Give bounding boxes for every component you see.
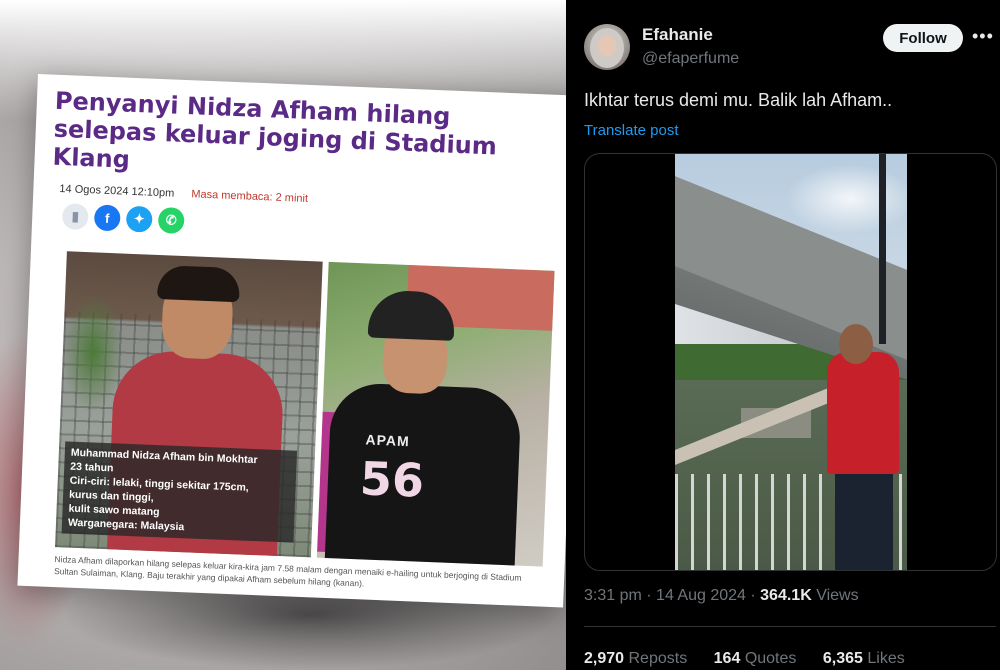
likes-label: Likes [867,650,905,667]
tweet-date[interactable]: 14 Aug 2024 [656,587,746,604]
video-man-shirt [827,352,899,474]
news-meta: 14 Ogos 2024 12:10pm Masa membaca: 2 min… [59,183,308,205]
meta-separator: · [750,587,761,604]
facebook-icon[interactable]: f [93,204,121,232]
video-man-head [839,324,873,364]
video-man-legs [835,470,893,570]
twitter-icon[interactable]: ✦ [125,205,153,233]
news-article-screenshot: Penyanyi Nidza Afham hilang selepas kelu… [17,74,584,608]
avatar-face [598,36,616,56]
tweet-time[interactable]: 3:31 pm [584,587,642,604]
jersey-name: APAM [365,431,411,450]
more-dots-icon[interactable]: ••• [972,26,994,47]
video-lamp-pole [879,154,886,344]
views-count: 364.1K [760,587,812,604]
tweet-text: Ikhtar terus demi mu. Balik lah Afham.. [584,90,893,110]
reposts-count: 2,970 [584,650,625,667]
avatar[interactable] [584,24,630,70]
tweet-timestamp: 3:31 pm · 14 Aug 2024 · 364.1K Views [584,587,859,605]
share-buttons: ▮ f ✦ ✆ [61,203,185,234]
news-headline: Penyanyi Nidza Afham hilang selepas kelu… [52,86,498,174]
bookmark-icon[interactable]: ▮ [61,203,89,231]
display-name[interactable]: Efahanie [642,25,713,45]
person-hair [157,264,241,303]
user-handle[interactable]: @efaperfume [642,50,739,68]
jersey-number: 56 [358,451,426,508]
engagement-stats: 2,970 Reposts 164 Quotes 6,365 Likes [584,650,927,668]
translate-post-link[interactable]: Translate post [584,122,679,139]
likes-stat[interactable]: 6,365 Likes [823,650,905,667]
quotes-count: 164 [713,650,741,667]
tweet-video[interactable] [584,153,997,571]
reposts-stat[interactable]: 2,970 Reposts [584,650,687,667]
quotes-label: Quotes [744,650,797,667]
video-frame [675,154,907,570]
divider [584,626,996,627]
whatsapp-icon[interactable]: ✆ [157,206,185,234]
follow-button[interactable]: Follow [883,24,963,52]
likes-count: 6,365 [822,650,863,667]
video-cloud [785,164,907,234]
news-reading-time: Masa membaca: 2 minit [191,188,309,205]
views-label: Views [816,587,859,604]
person-details-caption: Muhammad Nidza Afham bin Mokhtar 23 tahu… [61,441,298,543]
tweet-panel: Efahanie @efaperfume Follow ••• Ikhtar t… [566,0,1000,670]
meta-separator: · [646,587,657,604]
missing-person-photo: Muhammad Nidza Afham bin Mokhtar 23 tahu… [55,251,323,558]
reposts-label: Reposts [628,650,688,667]
quotes-stat[interactable]: 164 Quotes [714,650,797,667]
news-date: 14 Ogos 2024 12:10pm [59,182,175,200]
last-seen-outfit-photo: APAM 56 [316,261,555,567]
